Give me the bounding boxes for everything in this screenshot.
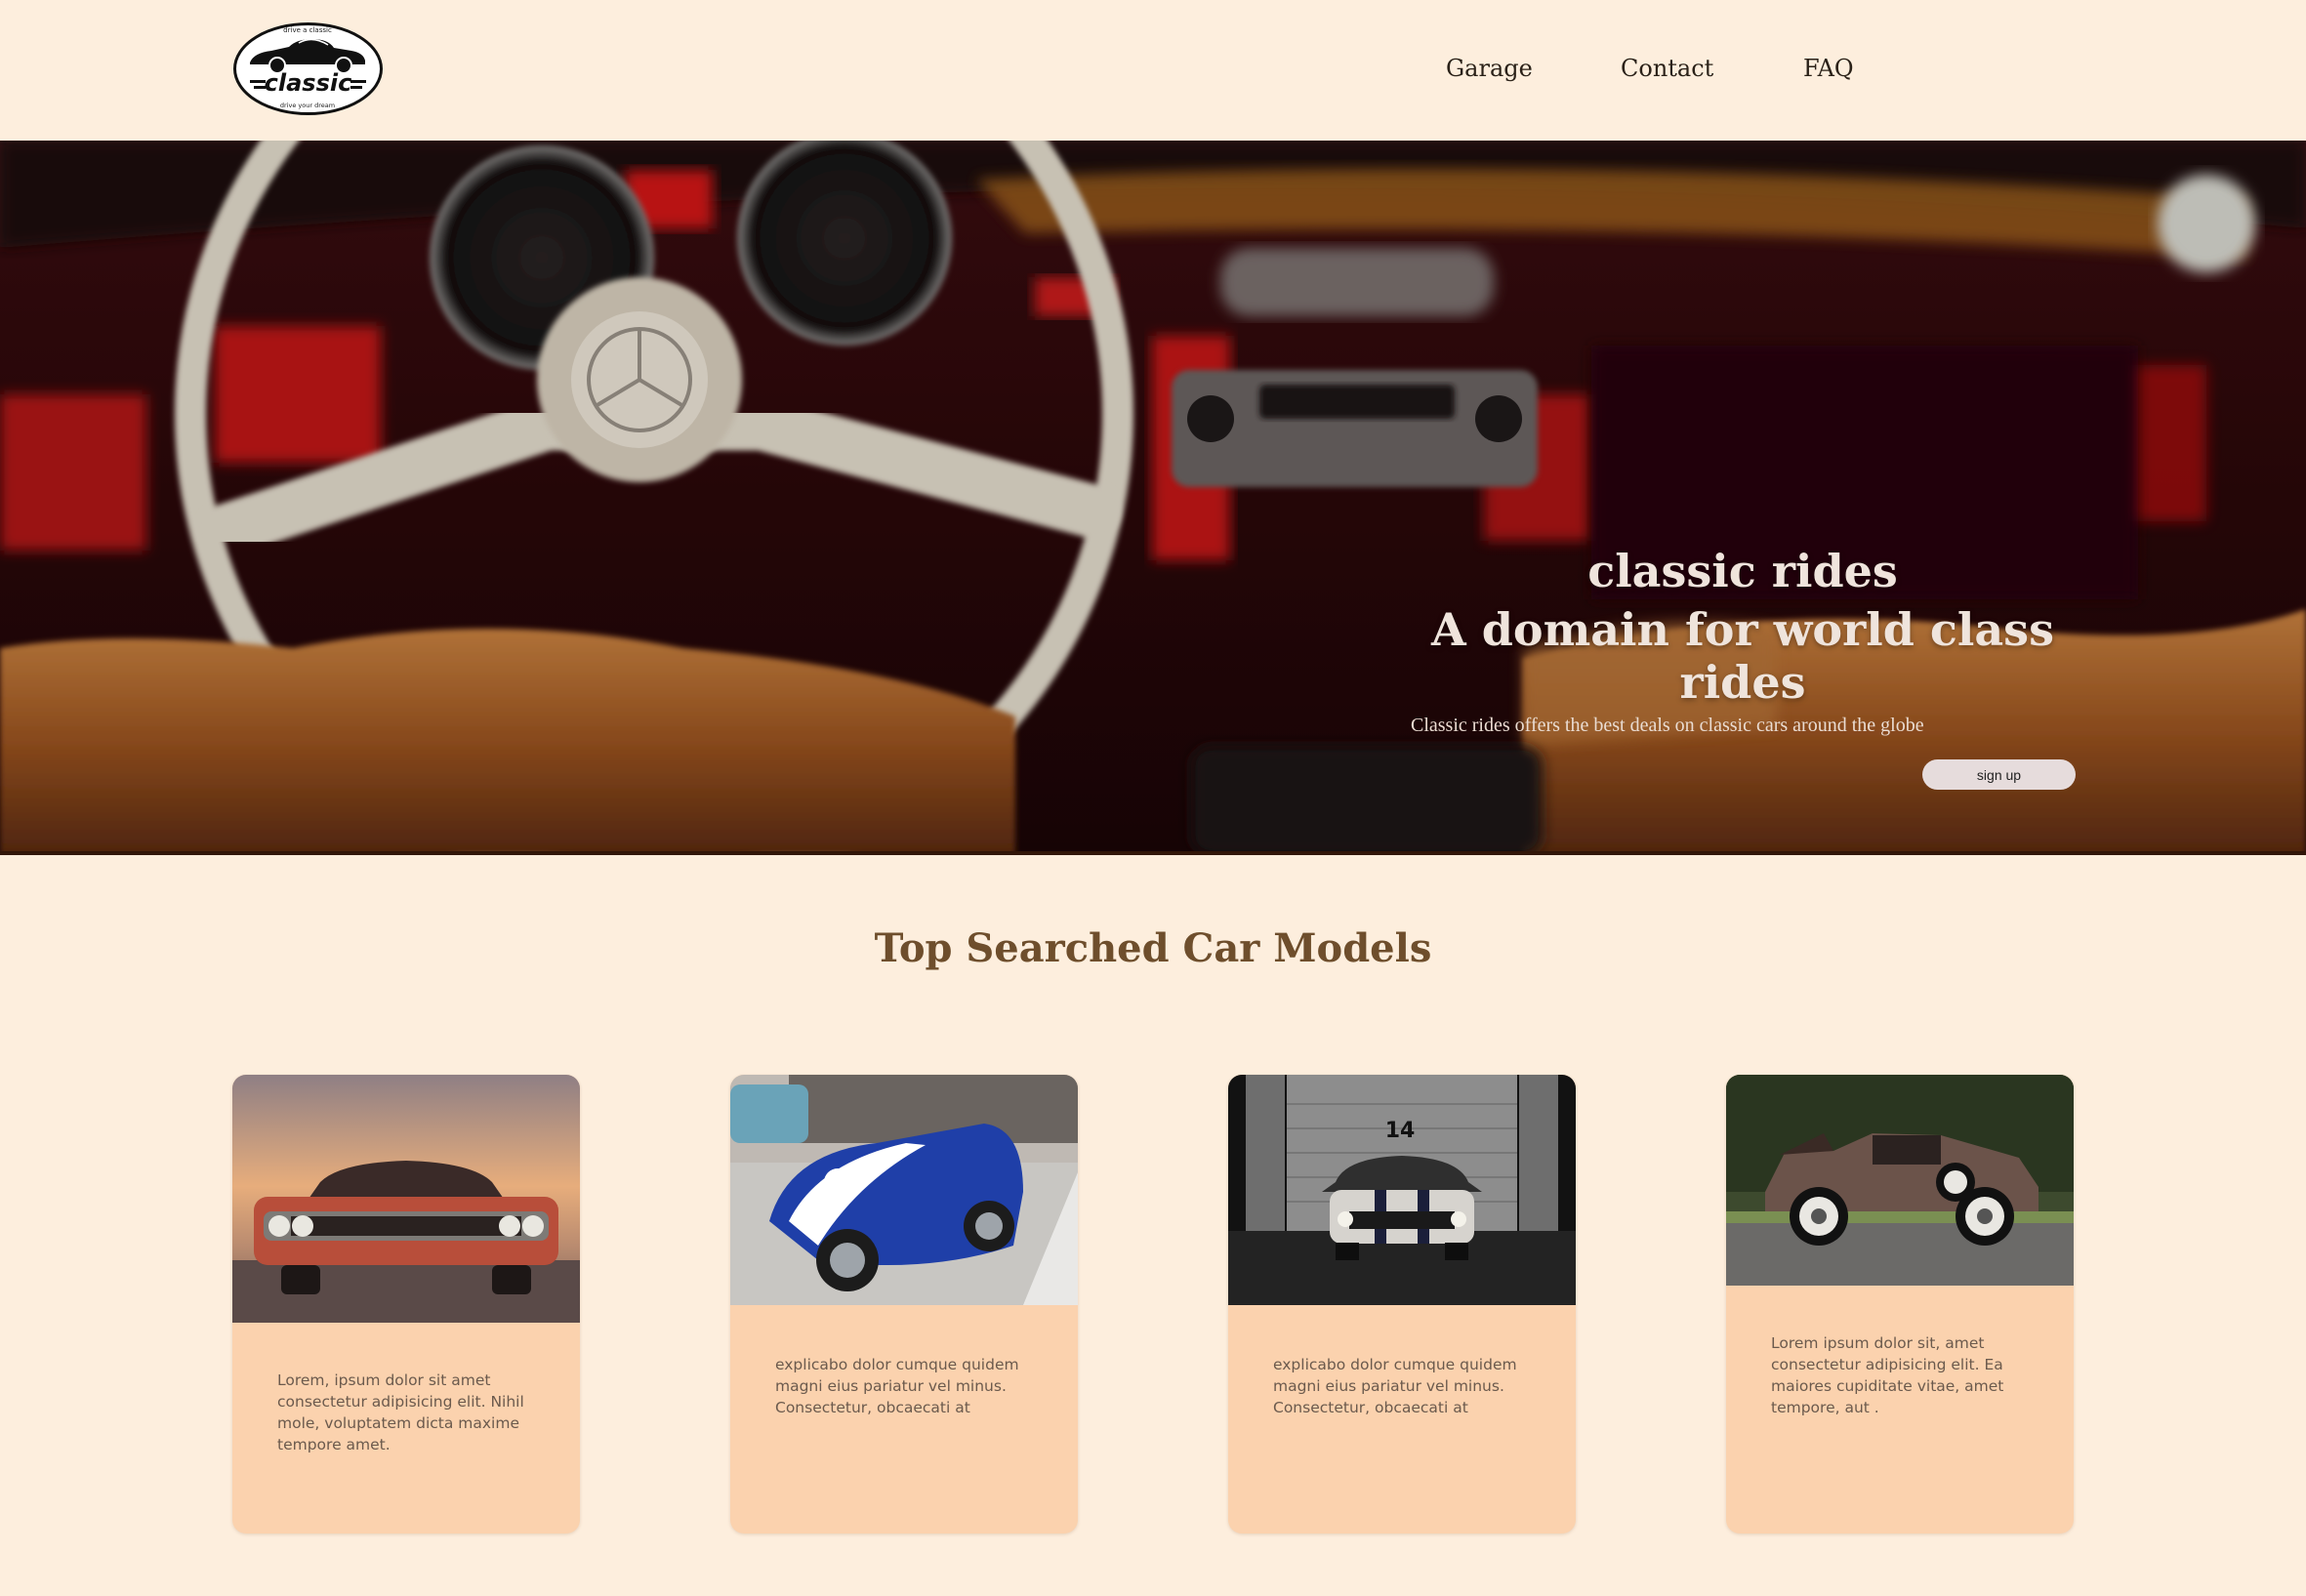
car-logo-icon: drive a classic classic drive your dream xyxy=(233,22,383,115)
garage-number: 14 xyxy=(1385,1119,1416,1143)
car-card[interactable]: explicabo dolor cumque quidem magni eius… xyxy=(730,1075,1078,1534)
red-muscle-car-image xyxy=(232,1075,580,1323)
car-card[interactable]: 14 explicabo dolor cumque quidem magni e… xyxy=(1228,1075,1576,1534)
nav-garage-link[interactable]: Garage xyxy=(1446,55,1533,82)
classic-logo[interactable]: drive a classic classic drive your dream xyxy=(232,21,384,116)
car-card[interactable]: Lorem ipsum dolor sit, amet consectetur … xyxy=(1726,1075,2074,1534)
vintage-convertible-image xyxy=(1726,1075,2074,1286)
hero-subtitle: A domain for world class rides xyxy=(1431,603,2054,709)
car-card-text: Lorem ipsum dolor sit, amet consectetur … xyxy=(1771,1334,2004,1416)
logo-wordmark: classic xyxy=(265,69,352,97)
hero-banner: classic rides A domain for world class r… xyxy=(0,141,2306,855)
blue-roadster-image xyxy=(730,1075,1078,1305)
logo-top-text: drive a classic xyxy=(283,26,332,34)
silver-mustang-image: 14 xyxy=(1228,1075,1576,1305)
section-title-top-models: Top Searched Car Models xyxy=(874,925,1432,971)
hero-title: classic rides xyxy=(1587,545,1898,597)
car-card-text: Lorem, ipsum dolor sit amet consectetur … xyxy=(277,1371,524,1453)
hero-car-interior-image xyxy=(0,141,2306,855)
car-card[interactable]: Lorem, ipsum dolor sit amet consectetur … xyxy=(232,1075,580,1534)
hero-description: Classic rides offers the best deals on c… xyxy=(1411,715,1924,736)
site-header: drive a classic classic drive your dream… xyxy=(0,0,2306,141)
sign-up-button[interactable]: sign up xyxy=(1922,759,2076,790)
nav-contact-link[interactable]: Contact xyxy=(1621,55,1713,82)
car-card-text: explicabo dolor cumque quidem magni eius… xyxy=(1273,1356,1517,1416)
nav-faq-link[interactable]: FAQ xyxy=(1803,55,1854,82)
logo-bottom-text: drive your dream xyxy=(280,102,335,109)
car-card-text: explicabo dolor cumque quidem magni eius… xyxy=(775,1356,1019,1416)
